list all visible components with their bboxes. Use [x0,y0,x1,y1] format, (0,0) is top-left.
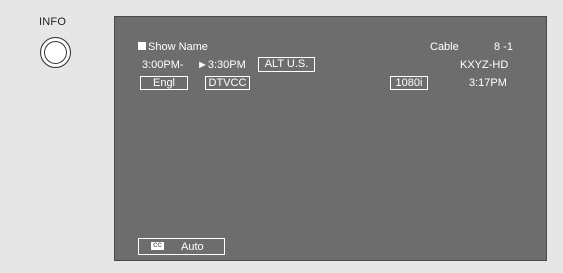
channel-info-banner: Show Name Cable 8 -1 3:00PM- ►3:30PM ALT… [138,40,526,94]
channel-number: 8 -1 [494,41,513,53]
current-time: 3:17PM [469,77,507,89]
show-name: Show Name [148,41,208,53]
end-time: ►3:30PM [197,59,246,71]
selection-square-icon [138,42,146,50]
rating-badge: ALT U.S. [258,57,315,72]
closed-caption-mode: Auto [181,241,204,253]
station-name: KXYZ-HD [460,59,509,71]
closed-caption-indicator: CC Auto [138,238,225,255]
audio-language-badge: Engl [140,76,188,90]
info-label: INFO [39,16,67,28]
info-button[interactable] [40,37,71,68]
resolution-badge: 1080i [390,76,428,90]
start-time: 3:00PM- [142,59,184,71]
closed-caption-icon: CC [151,242,164,250]
source-label: Cable [430,41,459,53]
caption-type-badge: DTVCC [205,76,250,90]
